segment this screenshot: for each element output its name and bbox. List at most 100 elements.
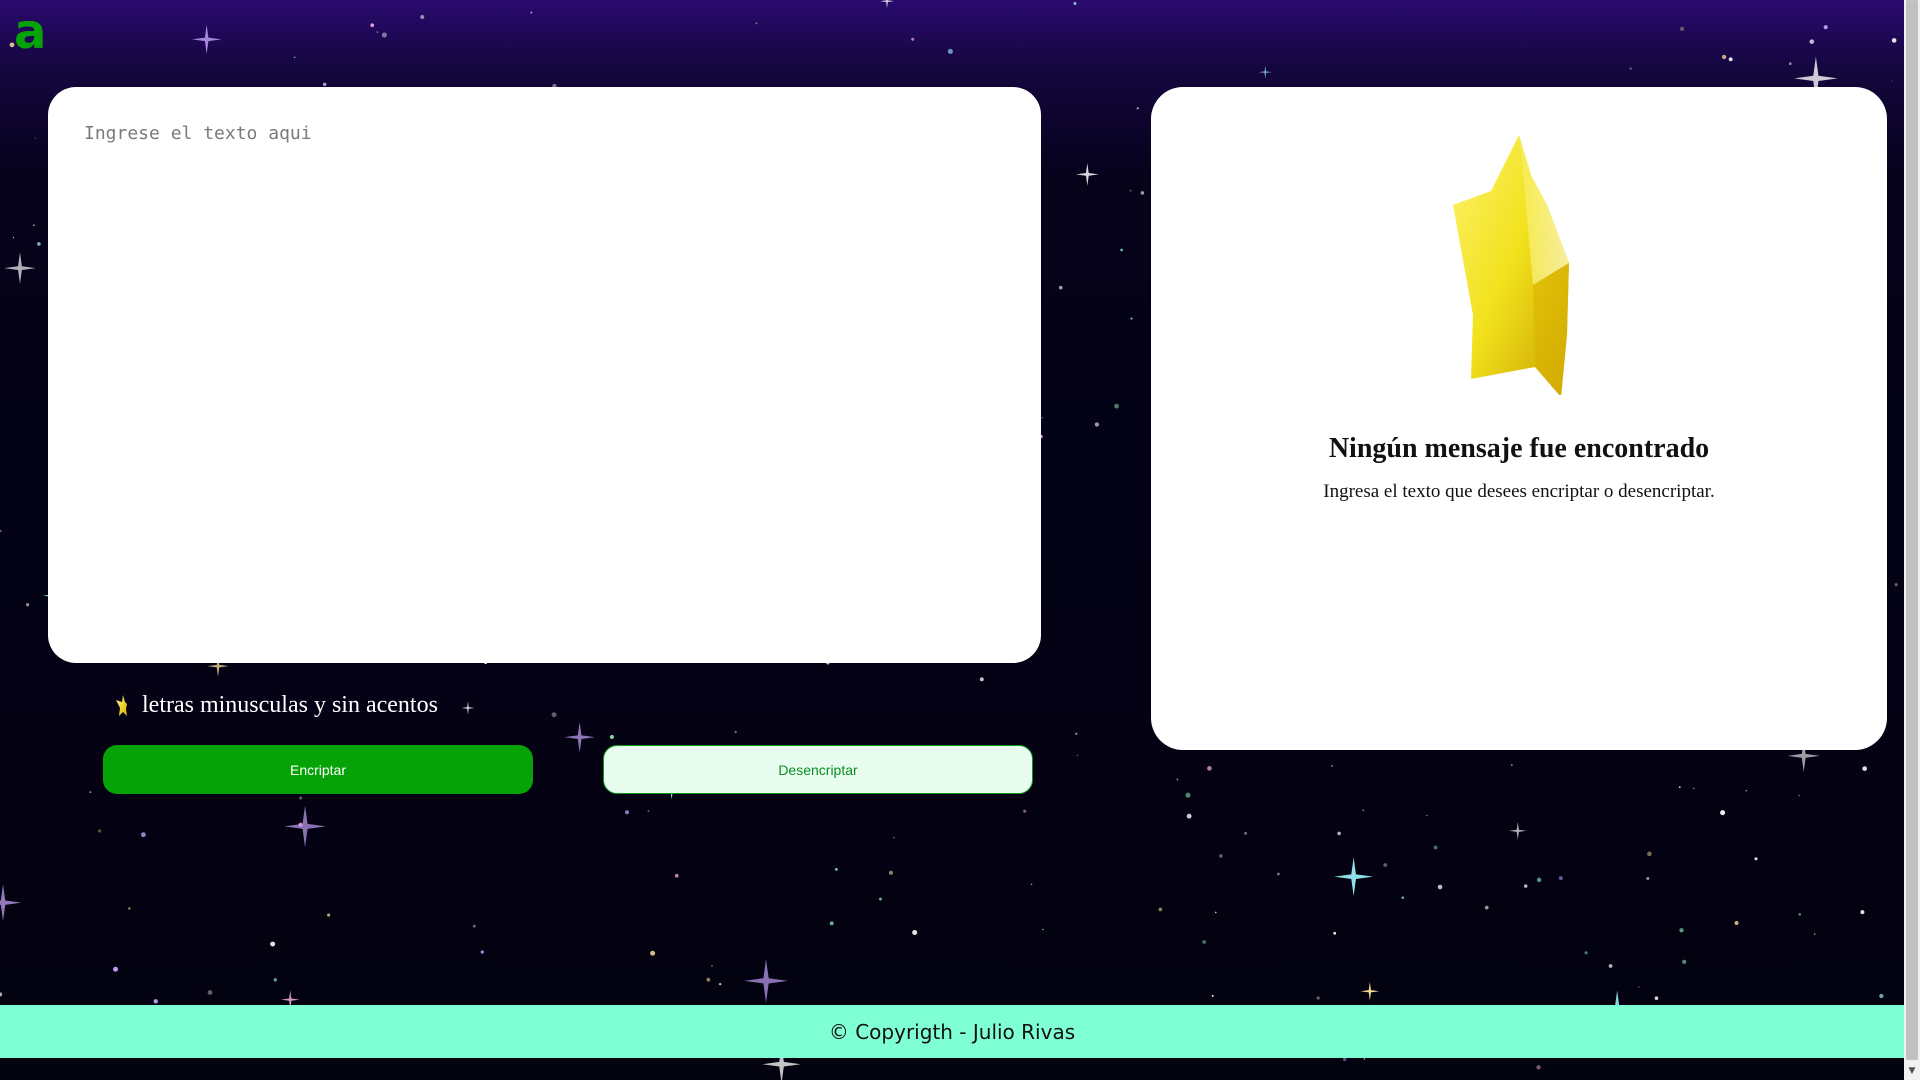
sparkle [835,868,838,871]
sparkle [1860,910,1865,915]
sparkle [1680,26,1685,31]
sparkle [1136,107,1139,110]
scrollbar-thumb[interactable] [1906,0,1918,1060]
sparkle [1608,964,1613,968]
logo[interactable]: a [14,8,46,56]
sparkle [1158,907,1163,912]
sparkle [1129,189,1132,192]
sparkle [273,978,277,982]
sparkle [327,913,331,917]
sparkle [979,677,984,682]
sparkle [0,992,3,997]
sparkle [1094,422,1100,427]
sparkle [89,791,92,794]
sparkle [1862,766,1868,771]
sparkle [26,603,30,607]
sparkle [718,982,722,986]
sparkle [893,836,895,839]
hint-text: letras minusculas y sin acentos [142,692,438,718]
sparkle [564,721,595,753]
sparkle [1176,778,1179,781]
sparkle [1721,54,1727,60]
input-card [48,87,1041,663]
sparkle [480,950,484,954]
sparkle [1383,863,1388,867]
sparkle [4,252,36,285]
encrypt-button[interactable]: Encriptar [103,745,533,794]
sparkle [322,82,327,87]
sparkle [1734,921,1739,925]
output-title: Ningún mensaje fue encontrado [1328,433,1710,464]
sparkle [1401,896,1405,899]
sparkle [1879,993,1884,999]
sparkle [1202,940,1206,944]
sparkle [1437,884,1443,890]
sparkle [37,242,41,246]
star-icon [116,694,127,716]
sparkle [472,924,476,928]
sparkle [1798,913,1802,916]
sparkle [1678,786,1681,789]
sparkle [191,24,222,55]
output-card: Ningún mensaje fue encontrado Ingresa el… [1151,87,1887,750]
sparkle [706,977,711,982]
sparkle [1219,854,1223,858]
sparkle [299,796,303,800]
sparkle [912,929,918,935]
sparkle [1629,67,1632,70]
sparkle [1337,831,1341,836]
sparkle [1333,931,1337,935]
sparkle [1114,403,1119,409]
sparkle [0,884,22,921]
sparkle [1693,787,1695,790]
sparkle [1211,994,1214,997]
sparkle [0,529,2,533]
sparkle [34,137,36,139]
sparkle [650,950,656,956]
sparkle [1258,65,1273,79]
scrollbar[interactable]: ▼ [1904,0,1920,1080]
text-input[interactable] [82,121,1006,625]
sparkle [1023,809,1027,813]
sparkle [1679,928,1684,933]
sparkle [1798,794,1800,797]
sparkle [98,829,102,833]
sparkle [551,712,557,718]
sparkle [1042,928,1044,931]
sparkle [113,966,119,972]
sparkle [1076,163,1099,186]
sparkle [1130,317,1133,320]
sparkle [1745,789,1748,792]
decrypt-button[interactable]: Desencriptar [603,745,1033,794]
sparkle [1891,38,1897,43]
output-subtitle: Ingresa el texto que desees encriptar o … [1323,481,1715,502]
sparkle [376,31,379,34]
sparkle [530,11,533,14]
sparkle [1647,851,1652,857]
sparkle [1207,766,1212,771]
sparkle [140,832,146,838]
sparkle [1186,813,1192,819]
scroll-down-arrow-icon[interactable]: ▼ [1904,1064,1920,1078]
sparkle [1277,872,1280,876]
sparkle [284,805,326,848]
sparkle [1523,884,1528,888]
sparkle [1342,1057,1347,1062]
sparkle [1508,821,1527,840]
sparkle [420,15,425,20]
sparkle [270,941,276,947]
sparkle [370,23,375,28]
sparkle [1058,285,1063,290]
sparkle [12,236,15,239]
sparkle [1360,981,1380,1001]
copyright-text: © Copyrigth - Julio Rivas [828,1019,1076,1044]
sparkle [674,873,679,878]
sparkle [33,224,35,226]
sparkle [128,907,131,910]
sparkle [1788,62,1792,66]
sparkle [744,958,788,1003]
input-hint: letras minusculas y sin acentos [116,692,438,719]
sparkle [711,965,713,967]
sparkle [1484,905,1489,910]
sparkle [609,734,615,739]
